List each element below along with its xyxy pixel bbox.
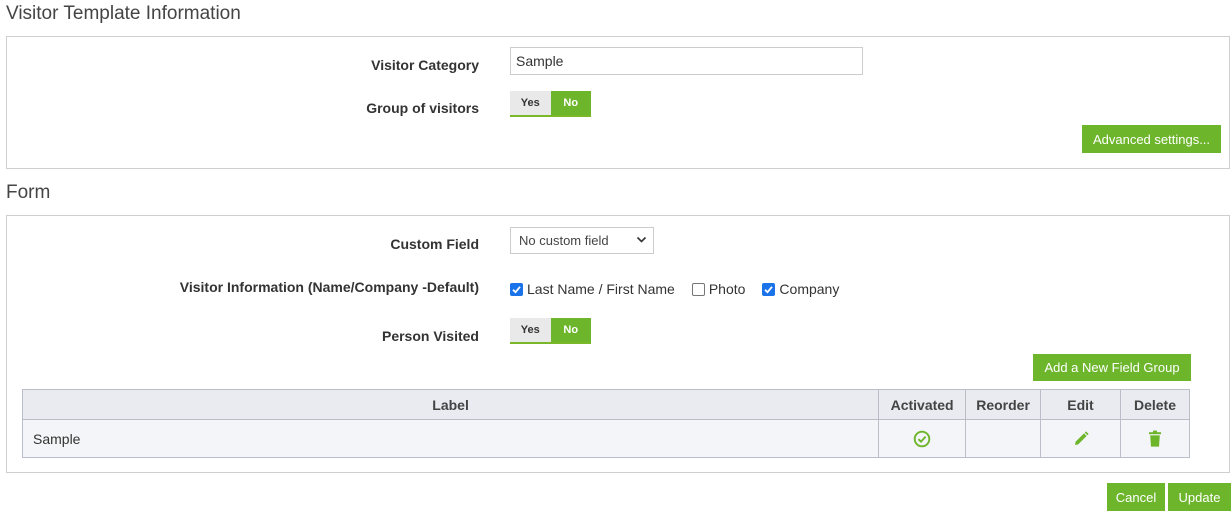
- custom-field-select[interactable]: No custom field: [510, 227, 654, 254]
- toggle-yes[interactable]: Yes: [510, 318, 551, 342]
- person-visited-toggle[interactable]: Yes No: [510, 318, 591, 344]
- toggle-no[interactable]: No: [550, 91, 591, 115]
- reorder-cell[interactable]: [965, 419, 1042, 458]
- activated-check-circle-icon[interactable]: [913, 430, 931, 448]
- edit-cell: [1040, 419, 1121, 458]
- checkbox-company[interactable]: Company: [762, 281, 839, 297]
- custom-field-value: No custom field: [519, 233, 609, 248]
- chevron-down-icon: [636, 236, 647, 243]
- update-button[interactable]: Update: [1168, 483, 1231, 511]
- template-section-title: Visitor Template Information: [6, 3, 241, 24]
- header-edit: Edit: [1040, 389, 1121, 420]
- table-row: Sample: [21, 419, 1191, 458]
- checkbox-checked-icon[interactable]: [762, 282, 776, 296]
- advanced-settings-button[interactable]: Advanced settings...: [1082, 125, 1221, 153]
- trash-icon[interactable]: [1147, 430, 1163, 448]
- visitor-category-label: Visitor Category: [371, 57, 479, 73]
- toggle-no[interactable]: No: [550, 318, 591, 342]
- cancel-button[interactable]: Cancel: [1107, 483, 1165, 511]
- checkbox-last-first-name[interactable]: Last Name / First Name: [510, 281, 675, 297]
- visitor-info-label: Visitor Information (Name/Company -Defau…: [179, 279, 479, 295]
- pencil-icon[interactable]: [1072, 430, 1090, 448]
- checkbox-photo[interactable]: Photo: [691, 281, 746, 297]
- toggle-yes[interactable]: Yes: [510, 91, 551, 115]
- header-delete: Delete: [1119, 389, 1191, 420]
- checkbox-label: Last Name / First Name: [527, 281, 675, 297]
- activated-cell: [878, 419, 967, 458]
- delete-cell: [1119, 419, 1191, 458]
- checkbox-label: Photo: [708, 281, 746, 297]
- custom-field-label: Custom Field: [390, 236, 479, 252]
- header-activated: Activated: [878, 389, 967, 420]
- header-label: Label: [21, 389, 880, 420]
- header-reorder: Reorder: [965, 389, 1042, 420]
- template-panel: Visitor Category Group of visitors Yes N…: [6, 36, 1230, 169]
- visitor-info-checkboxes: Last Name / First Name Photo Company: [510, 281, 856, 297]
- person-visited-label: Person Visited: [381, 328, 479, 344]
- add-field-group-button[interactable]: Add a New Field Group: [1033, 354, 1191, 381]
- form-panel: Custom Field No custom field Visitor Inf…: [6, 215, 1230, 473]
- checkbox-unchecked-icon[interactable]: [691, 282, 705, 296]
- checkbox-label: Company: [779, 281, 840, 297]
- row-label: Sample: [21, 419, 880, 458]
- group-of-visitors-label: Group of visitors: [366, 100, 479, 116]
- field-groups-table: Label Activated Reorder Edit Delete Samp…: [21, 389, 1191, 458]
- form-section-title: Form: [6, 182, 51, 203]
- visitor-category-input[interactable]: [510, 47, 863, 75]
- group-of-visitors-toggle[interactable]: Yes No: [510, 91, 591, 117]
- table-header-row: Label Activated Reorder Edit Delete: [21, 389, 1191, 420]
- checkbox-checked-icon[interactable]: [510, 282, 523, 296]
